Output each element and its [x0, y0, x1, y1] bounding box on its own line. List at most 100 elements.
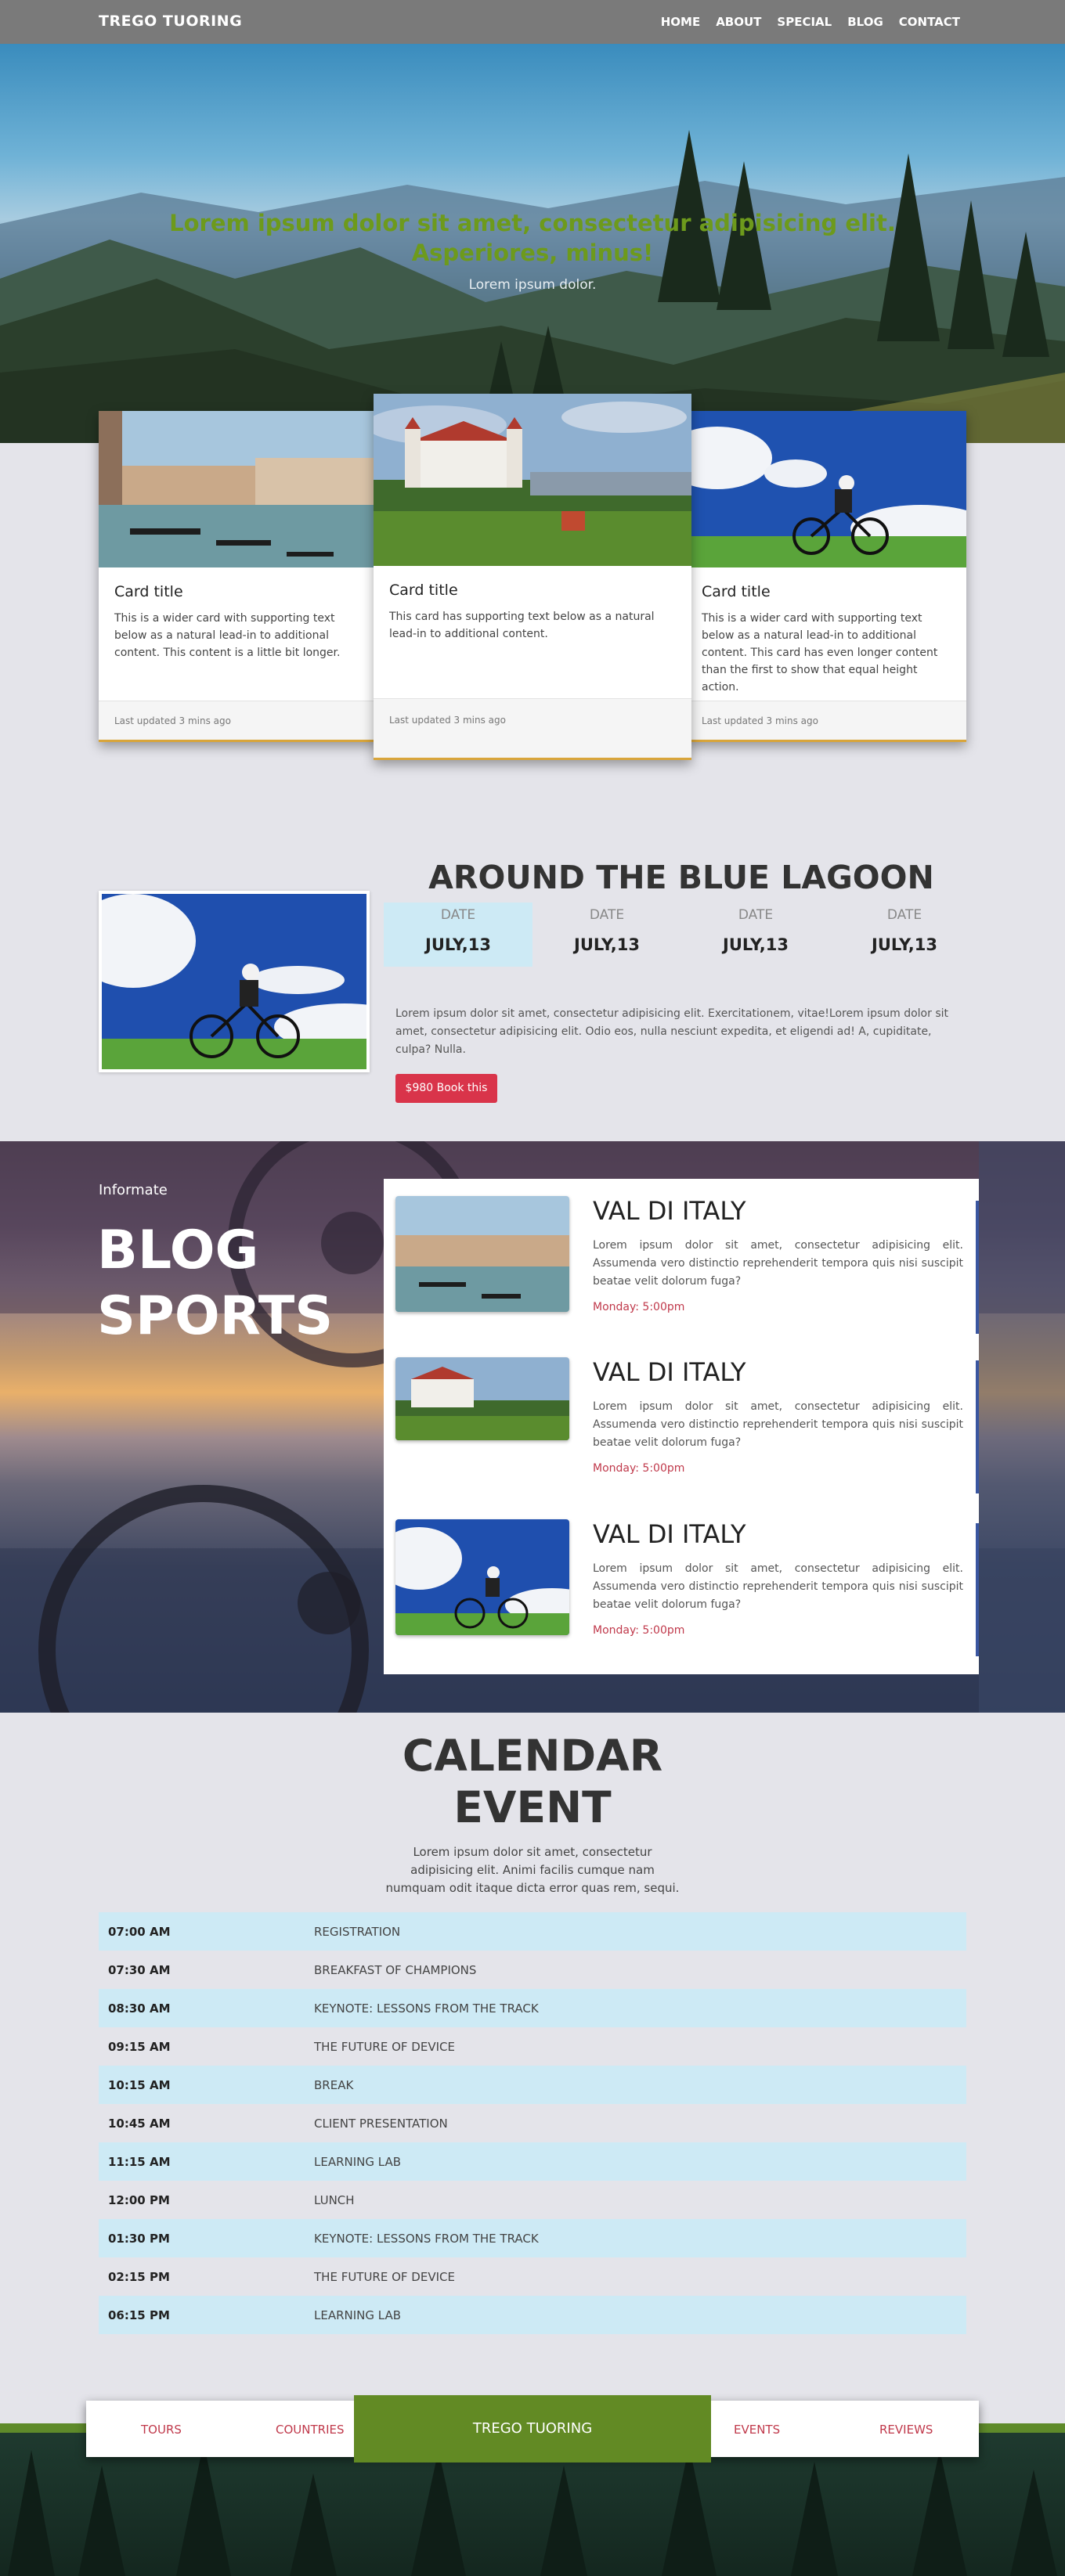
schedule-time: 11:15 AM	[108, 2154, 171, 2169]
schedule-row: 02:15 PM THE FUTURE OF DEVICE	[99, 2257, 966, 2296]
nav-home[interactable]: HOME	[661, 15, 700, 29]
hero-banner: Lorem ipsum dolor sit amet, consectetur …	[0, 44, 1065, 443]
blog-item-text: Lorem ipsum dolor sit amet, consectetur …	[593, 1400, 963, 1449]
footer-link-reviews[interactable]: REVIEWS	[879, 2423, 933, 2437]
date-label: DATE	[886, 907, 922, 923]
date-value: JULY,13	[723, 935, 789, 954]
date-item[interactable]: DATE JULY,13	[681, 903, 830, 967]
schedule-table: 07:00 AM REGISTRATION 07:30 AM BREAKFAST O…	[99, 1912, 966, 2334]
schedule-time: 07:00 AM	[108, 1924, 171, 1939]
schedule-row: 07:30 AM BREAKFAST OF CHAMPIONS	[99, 1951, 966, 1989]
card-title: Card title	[389, 582, 458, 599]
schedule-time: 10:15 AM	[108, 2077, 171, 2092]
schedule-time: 01:30 PM	[108, 2231, 170, 2246]
date-list: DATE JULY,13 DATE JULY,13 DATE JULY,13 D…	[384, 903, 979, 967]
schedule-event: REGISTRATION	[314, 1924, 401, 1939]
date-value: JULY,13	[574, 935, 640, 954]
footer-link-events[interactable]: EVENTS	[734, 2423, 780, 2437]
footer-link-tours[interactable]: TOURS	[141, 2423, 182, 2437]
footer-brand[interactable]: TREGO TUORING	[354, 2395, 711, 2463]
card-text: This is a wider card with supporting tex…	[114, 612, 341, 659]
schedule-row: 10:15 AM BREAK	[99, 2066, 966, 2104]
date-item[interactable]: DATE JULY,13	[384, 903, 532, 967]
blog-accent-bar	[976, 1523, 979, 1656]
schedule-event: CLIENT PRESENTATION	[314, 2116, 448, 2131]
blog-item[interactable]: VAL DI ITALY Lorem ipsum dolor sit amet,…	[384, 1502, 979, 1637]
castle-photo	[395, 1357, 569, 1440]
cyclist-photo	[70, 891, 415, 1072]
blog-item-time: Monday: 5:00pm	[593, 1301, 685, 1313]
nav-contact[interactable]: CONTACT	[899, 15, 960, 29]
schedule-event: LUNCH	[314, 2192, 355, 2207]
date-item[interactable]: DATE JULY,13	[532, 903, 681, 967]
cyclist-photo	[686, 411, 966, 567]
footer-link-countries[interactable]: COUNTRIES	[276, 2423, 345, 2437]
date-label: DATE	[589, 907, 625, 923]
date-value: JULY,13	[425, 935, 491, 954]
card-right[interactable]: Card title This is a wider card with sup…	[686, 411, 966, 742]
nav-special[interactable]: SPECIAL	[777, 15, 832, 29]
schedule-time: 02:15 PM	[108, 2269, 170, 2284]
card-footer: Last updated 3 mins ago	[374, 698, 691, 758]
blog-accent-bar	[976, 1201, 979, 1334]
castle-photo	[374, 394, 691, 566]
blog-title: BLOG SPORTS	[97, 1218, 333, 1349]
blog-item-title[interactable]: VAL DI ITALY	[593, 1519, 746, 1549]
schedule-event: KEYNOTE: LESSONS FROM THE TRACK	[314, 2001, 539, 2016]
schedule-row: 07:00 AM REGISTRATION	[99, 1912, 966, 1951]
schedule-event: LEARNING LAB	[314, 2154, 402, 2169]
nav-about[interactable]: ABOUT	[716, 15, 761, 29]
blog-item-title[interactable]: VAL DI ITALY	[593, 1357, 746, 1387]
hero-subtitle: Lorem ipsum dolor.	[468, 277, 597, 293]
schedule-event: KEYNOTE: LESSONS FROM THE TRACK	[314, 2231, 539, 2246]
schedule-time: 06:15 PM	[108, 2308, 170, 2322]
blog-item-time: Monday: 5:00pm	[593, 1624, 685, 1637]
blog-kicker: Informate	[99, 1182, 168, 1198]
calendar-subtitle: Lorem ipsum dolor sit amet, consectetur …	[385, 1845, 680, 1895]
blog-list: VAL DI ITALY Lorem ipsum dolor sit amet,…	[384, 1179, 979, 1674]
lagoon-title: AROUND THE BLUE LAGOON	[428, 859, 934, 896]
schedule-event: THE FUTURE OF DEVICE	[314, 2039, 455, 2054]
date-label: DATE	[738, 907, 774, 923]
calendar-title: CALENDAR EVENT	[337, 1730, 728, 1833]
nav-blog[interactable]: BLOG	[847, 15, 883, 29]
blog-item-time: Monday: 5:00pm	[593, 1462, 685, 1475]
card-footer: Last updated 3 mins ago	[686, 701, 966, 740]
schedule-time: 09:15 AM	[108, 2039, 171, 2054]
calendar-title-line-2: EVENT	[453, 1782, 612, 1832]
schedule-row: 06:15 PM LEARNING LAB	[99, 2296, 966, 2334]
card-center[interactable]: Card title This card has supporting text…	[374, 394, 691, 760]
card-footer: Last updated 3 mins ago	[99, 701, 379, 740]
schedule-time: 12:00 PM	[108, 2192, 170, 2207]
hero-title: Lorem ipsum dolor sit amet, consectetur …	[169, 210, 896, 266]
date-item[interactable]: DATE JULY,13	[830, 903, 979, 967]
venice-canal-photo	[395, 1196, 569, 1312]
schedule-row: 09:15 AM THE FUTURE OF DEVICE	[99, 2027, 966, 2066]
brand-logo[interactable]: TREGO TUORING	[99, 13, 242, 30]
cyclist-photo	[395, 1519, 569, 1635]
schedule-row: 01:30 PM KEYNOTE: LESSONS FROM THE TRACK	[99, 2219, 966, 2257]
blog-item[interactable]: VAL DI ITALY Lorem ipsum dolor sit amet,…	[384, 1340, 979, 1475]
card-title: Card title	[702, 583, 771, 600]
card-text: This is a wider card with supporting tex…	[702, 612, 938, 694]
blog-title-line-2: SPORTS	[97, 1285, 334, 1347]
blog-item-text: Lorem ipsum dolor sit amet, consectetur …	[593, 1239, 963, 1288]
schedule-row: 08:30 AM KEYNOTE: LESSONS FROM THE TRACK	[99, 1989, 966, 2027]
top-navbar: TREGO TUORING HOME ABOUT SPECIAL BLOG CO…	[0, 0, 1065, 44]
schedule-event: BREAKFAST OF CHAMPIONS	[314, 1962, 477, 1977]
blog-accent-bar	[976, 1360, 979, 1493]
book-button[interactable]: $980 Book this	[395, 1074, 497, 1103]
blog-item[interactable]: VAL DI ITALY Lorem ipsum dolor sit amet,…	[384, 1179, 979, 1313]
blog-item-text: Lorem ipsum dolor sit amet, consectetur …	[593, 1562, 963, 1611]
calendar-title-line-1: CALENDAR	[402, 1731, 663, 1781]
blog-section: Informate BLOG SPORTS VAL DI ITALY Lorem…	[0, 1141, 1065, 1713]
schedule-time: 07:30 AM	[108, 1962, 171, 1977]
date-label: DATE	[440, 907, 476, 923]
date-value: JULY,13	[872, 935, 937, 954]
blog-item-title[interactable]: VAL DI ITALY	[593, 1196, 746, 1226]
card-left[interactable]: Card title This is a wider card with sup…	[99, 411, 379, 742]
schedule-row: 10:45 AM CLIENT PRESENTATION	[99, 2104, 966, 2142]
schedule-event: BREAK	[314, 2077, 354, 2092]
lagoon-description: Lorem ipsum dolor sit amet, consectetur …	[395, 1007, 949, 1056]
schedule-event: THE FUTURE OF DEVICE	[314, 2269, 455, 2284]
